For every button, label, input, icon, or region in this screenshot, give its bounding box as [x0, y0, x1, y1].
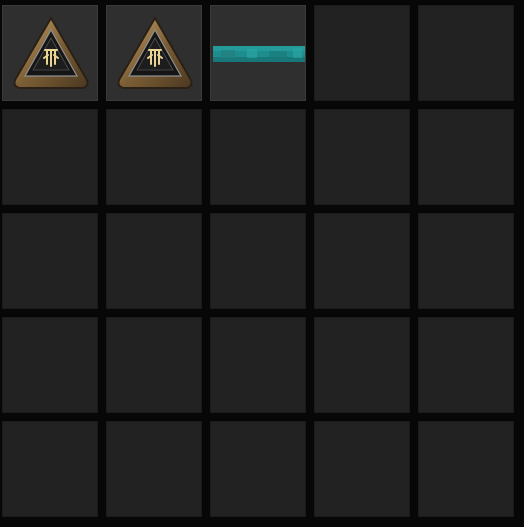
inventory-slot-22[interactable] [106, 421, 202, 517]
inventory-slot-4[interactable] [314, 5, 410, 101]
inventory-slot-1[interactable] [2, 5, 98, 101]
inventory-slot-2[interactable] [106, 5, 202, 101]
inventory-slot-19[interactable] [314, 317, 410, 413]
inventory-slot-24[interactable] [314, 421, 410, 517]
inventory-slot-15[interactable] [418, 213, 514, 309]
inventory-slot-18[interactable] [210, 317, 306, 413]
inventory-slot-17[interactable] [106, 317, 202, 413]
inventory-slot-8[interactable] [210, 109, 306, 205]
inventory-slot-25[interactable] [418, 421, 514, 517]
inventory-slot-5[interactable] [418, 5, 514, 101]
inventory-slot-7[interactable] [106, 109, 202, 205]
inventory-slot-10[interactable] [418, 109, 514, 205]
inventory-slot-16[interactable] [2, 317, 98, 413]
inventory-grid [0, 0, 524, 527]
inventory-slot-9[interactable] [314, 109, 410, 205]
relic-triangle-icon [13, 16, 89, 89]
inventory-slot-11[interactable] [2, 213, 98, 309]
inventory-slot-13[interactable] [210, 213, 306, 309]
inventory-slot-14[interactable] [314, 213, 410, 309]
teal-dye-bar-icon [213, 46, 305, 62]
inventory-slot-6[interactable] [2, 109, 98, 205]
inventory-slot-23[interactable] [210, 421, 306, 517]
inventory-slot-21[interactable] [2, 421, 98, 517]
inventory-slot-3[interactable] [210, 5, 306, 101]
inventory-slot-12[interactable] [106, 213, 202, 309]
relic-triangle-icon [117, 16, 193, 89]
inventory-slot-20[interactable] [418, 317, 514, 413]
